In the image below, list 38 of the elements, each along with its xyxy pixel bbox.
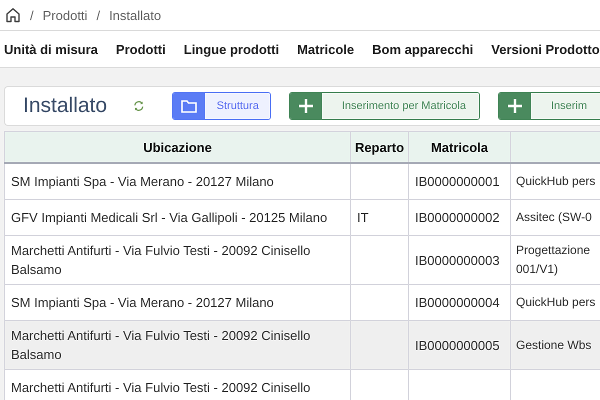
- column-header[interactable]: Matricola: [408, 132, 510, 163]
- table-cell: GFV Impianti Medicali Srl - Via Gallipoli - 20125 Milano: [4, 200, 350, 236]
- nav-tab[interactable]: Unità di misura: [4, 42, 98, 56]
- plus-icon: [506, 98, 523, 114]
- table-cell: IB0000000004: [408, 284, 510, 320]
- table-cell: IB0000000002: [408, 200, 510, 236]
- column-header[interactable]: Reparto: [350, 132, 408, 163]
- nav-tab[interactable]: Bom apparecchi: [372, 42, 474, 56]
- table-cell: IT: [350, 200, 408, 236]
- table-cell: SM Impianti Spa - Via Merano - 20127 Milano: [4, 163, 350, 200]
- table-cell: QuickHub pers: [510, 163, 600, 200]
- home-icon[interactable]: [5, 7, 21, 23]
- column-header[interactable]: Ubicazione: [4, 132, 350, 163]
- folder-icon: [180, 99, 197, 113]
- nav-tab[interactable]: Versioni Prodotto: [491, 42, 600, 56]
- table-cell: Assitec (SW-0: [510, 200, 600, 236]
- table-cell: Gestione Wbs: [510, 320, 600, 370]
- add-button[interactable]: Inserimento per Matricola: [288, 92, 480, 120]
- plus-icon: [298, 98, 314, 114]
- breadcrumb-separator: /: [96, 8, 100, 22]
- nav-tab[interactable]: Lingue prodotti: [184, 42, 280, 56]
- table-cell: IB0000000001: [408, 163, 510, 200]
- table-cell: Marchetti Antifurti - Via Fulvio Testi - 20092 Cinisello Balsamo: [4, 236, 350, 284]
- table-cell: IB0000000005: [408, 320, 510, 370]
- table-cell: Progettazione 001/V1): [510, 236, 600, 284]
- breadcrumb-separator: /: [30, 8, 34, 22]
- table-cell: Marchetti Antifurti - Via Fulvio Testi - 20092 Cinisello Balsamo: [4, 320, 350, 370]
- table-cell: QuickHub pers: [510, 284, 600, 320]
- table-cell: IB0000000003: [408, 236, 510, 284]
- table-cell: SM Impianti Spa - Via Merano - 20127 Milano: [4, 284, 350, 320]
- nav-tab[interactable]: Prodotti: [116, 42, 166, 56]
- table-cell: Marchetti Antifurti - Via Fulvio Testi - 20092 Cinisello: [4, 370, 350, 400]
- breadcrumb-item[interactable]: Prodotti: [42, 8, 88, 22]
- structure-button[interactable]: Struttura: [172, 92, 271, 120]
- nav-tab[interactable]: Matricole: [297, 42, 354, 56]
- breadcrumb-item[interactable]: Installato: [109, 8, 162, 22]
- page-title: Installato: [23, 94, 108, 118]
- add-button[interactable]: Inserim: [498, 92, 600, 120]
